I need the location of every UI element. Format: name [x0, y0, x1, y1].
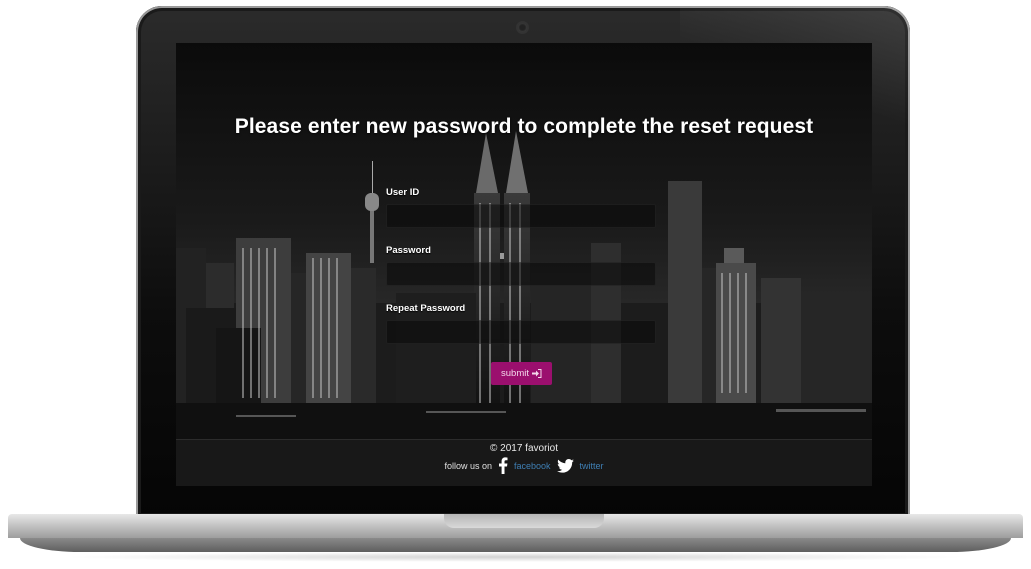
- page-title: Please enter new password to complete th…: [234, 115, 814, 138]
- laptop-shadow: [60, 552, 971, 562]
- submit-button[interactable]: submit: [491, 362, 552, 385]
- footer: © 2017 favoriot follow us on facebook tw…: [176, 439, 872, 486]
- laptop-notch: [444, 514, 604, 528]
- submit-button-label: submit: [501, 368, 529, 379]
- laptop-screen: Please enter new password to complete th…: [176, 43, 872, 486]
- facebook-link[interactable]: facebook: [514, 461, 551, 471]
- social-links: follow us on facebook twitter: [176, 457, 872, 474]
- copyright-text: © 2017 favoriot: [490, 443, 558, 454]
- repeat-password-input[interactable]: [386, 320, 656, 344]
- twitter-link[interactable]: twitter: [580, 461, 604, 471]
- password-label: Password: [386, 245, 431, 256]
- follow-text: follow us on: [444, 460, 492, 471]
- password-input[interactable]: [386, 262, 656, 286]
- facebook-icon[interactable]: [498, 457, 508, 474]
- twitter-icon[interactable]: [556, 458, 574, 473]
- laptop-base-lip: [20, 538, 1011, 552]
- user-id-input[interactable]: [386, 204, 656, 228]
- webcam: [518, 23, 527, 32]
- repeat-password-label: Repeat Password: [386, 303, 466, 314]
- user-id-label: User ID: [386, 187, 420, 198]
- sign-in-icon: [531, 369, 542, 378]
